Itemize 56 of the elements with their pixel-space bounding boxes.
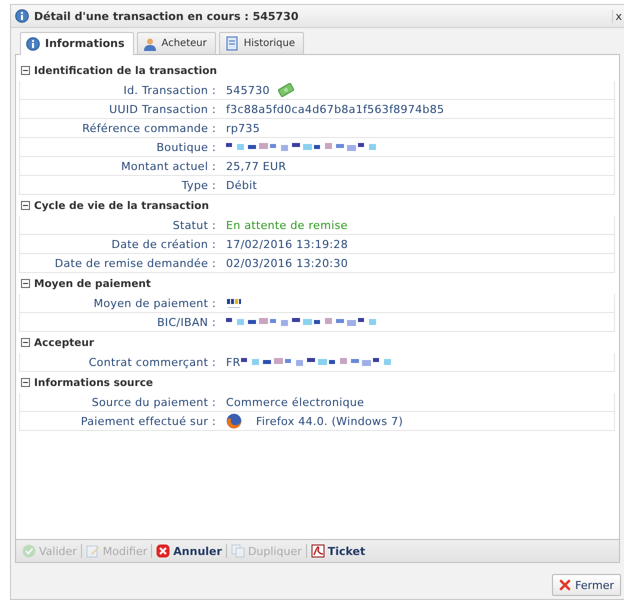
pdf-icon xyxy=(310,544,325,558)
field-label: Moyen de paiement : xyxy=(92,296,217,310)
collapse-toggle[interactable] xyxy=(21,378,30,387)
window-title: Détail d'une transaction en cours : 545730 xyxy=(34,10,300,22)
toolbar-button[interactable]: Annuler xyxy=(156,544,222,558)
field-value: FR xyxy=(226,356,241,368)
field-label: Paiement effectué sur : xyxy=(80,414,217,428)
cancel-icon xyxy=(156,544,170,558)
field-value: Firefox 44.0. (Windows 7) xyxy=(256,414,404,428)
tab[interactable]: Informations xyxy=(20,32,134,55)
field-label: Contrat commerçant : xyxy=(88,356,217,368)
info-icon xyxy=(26,36,40,50)
field-value: 545730 xyxy=(226,84,270,96)
tab[interactable]: Acheteur xyxy=(136,32,216,54)
field-label: Source du paiement : xyxy=(90,396,217,408)
info-icon xyxy=(15,9,29,23)
cross-icon xyxy=(559,579,572,591)
field-label: Type : xyxy=(180,178,217,192)
toolbar-button[interactable]: Ticket xyxy=(310,544,366,558)
field-label: Boutique : xyxy=(155,140,217,154)
collapse-toggle[interactable] xyxy=(21,66,30,75)
banknote-icon xyxy=(278,83,294,97)
field-value: Débit xyxy=(226,178,258,192)
check-icon xyxy=(22,544,36,558)
field-value: 25,77 EUR xyxy=(226,160,286,172)
close-dialog-button[interactable]: Fermer xyxy=(552,574,621,596)
scroll-icon xyxy=(224,36,239,51)
collapse-toggle[interactable] xyxy=(21,279,30,288)
status-value: En attente de remise xyxy=(226,218,348,232)
sepa-logo-icon xyxy=(226,296,242,310)
field-label: BIC/IBAN : xyxy=(156,316,217,328)
section-title: Identification de la transaction xyxy=(34,64,217,76)
field-value: 17/02/2016 13:19:28 xyxy=(226,238,348,250)
close-button[interactable]: x xyxy=(612,10,624,22)
field-value: f3c88a5fd0ca4d67b8a1f563f8974b85 xyxy=(226,102,444,116)
field-label: Référence commande : xyxy=(81,122,217,134)
field-label: Statut : xyxy=(172,218,217,232)
section-title: Accepteur xyxy=(34,336,94,348)
field-label: Id. Transaction : xyxy=(122,84,217,96)
person-icon xyxy=(142,36,157,50)
copy-icon xyxy=(230,544,245,558)
field-label: Montant actuel : xyxy=(120,160,217,172)
field-label: Date de création : xyxy=(110,238,217,250)
field-value: 02/03/2016 13:20:30 xyxy=(226,256,348,270)
field-value: rp735 xyxy=(226,122,260,134)
browser-globe-icon xyxy=(226,413,242,429)
tab[interactable]: Historique xyxy=(218,32,304,54)
section-title: Moyen de paiement xyxy=(34,278,151,290)
field-value: Commerce électronique xyxy=(226,396,364,408)
section-title: Informations source xyxy=(34,376,154,388)
field-label: UUID Transaction : xyxy=(108,102,217,116)
collapse-toggle[interactable] xyxy=(21,201,30,210)
collapse-toggle[interactable] xyxy=(21,338,30,347)
field-label: Date de remise demandée : xyxy=(54,256,217,270)
section-title: Cycle de vie de la transaction xyxy=(34,200,209,212)
pencil-icon xyxy=(86,544,100,558)
